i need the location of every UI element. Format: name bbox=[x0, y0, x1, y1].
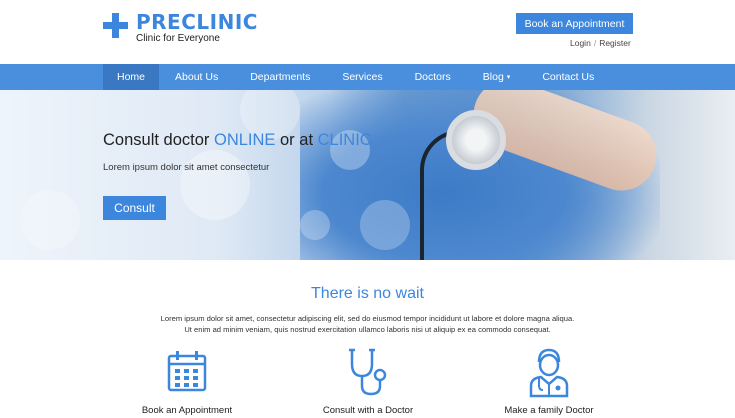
nav-item-contact-us[interactable]: Contact Us bbox=[526, 64, 610, 90]
book-appointment-button[interactable]: Book an Appointment bbox=[516, 13, 633, 34]
feature-label: Book an Appointment bbox=[141, 405, 233, 416]
hero-subtitle: Lorem ipsum dolor sit amet consectetur bbox=[103, 162, 270, 173]
bokeh-light bbox=[300, 210, 330, 240]
stethoscope-chestpiece-image bbox=[446, 110, 506, 170]
nav-item-doctors[interactable]: Doctors bbox=[399, 64, 467, 90]
feature-family-doctor[interactable]: Make a family Doctor bbox=[469, 346, 629, 416]
nav-item-blog-label: Blog bbox=[482, 71, 504, 83]
logo[interactable]: PRECLINIC Clinic for Everyone bbox=[103, 11, 258, 45]
brand-tagline: Clinic for Everyone bbox=[136, 33, 220, 44]
medical-cross-icon bbox=[103, 13, 128, 38]
consult-button[interactable]: Consult bbox=[103, 196, 166, 220]
hero-banner: Consult doctor ONLINE or at CLINIC Lorem… bbox=[0, 90, 735, 260]
login-link[interactable]: Login bbox=[570, 38, 591, 48]
nav-item-about-us[interactable]: About Us bbox=[159, 64, 234, 90]
calendar-icon bbox=[163, 346, 211, 398]
feature-consult-doctor[interactable]: Consult with a Doctor bbox=[288, 346, 448, 416]
bokeh-light bbox=[180, 150, 250, 220]
feature-label: Consult with a Doctor bbox=[322, 405, 414, 416]
nav-item-blog[interactable]: Blog ▾ bbox=[467, 64, 527, 90]
feature-book-appointment[interactable]: Book an Appointment bbox=[107, 346, 267, 416]
main-nav: Home About Us Departments Services Docto… bbox=[0, 64, 735, 90]
site-header: PRECLINIC Clinic for Everyone Book an Ap… bbox=[0, 0, 735, 64]
nav-item-services[interactable]: Services bbox=[326, 64, 398, 90]
auth-links: Login / Register bbox=[570, 38, 631, 48]
register-link[interactable]: Register bbox=[599, 38, 631, 48]
bokeh-light bbox=[360, 200, 410, 250]
section-title: There is no wait bbox=[311, 285, 424, 302]
stethoscope-icon bbox=[344, 346, 392, 398]
chevron-down-icon: ▾ bbox=[506, 74, 511, 81]
brand-name: PRECLINIC bbox=[136, 10, 258, 34]
section-description: Lorem ipsum dolor sit amet, consectetur … bbox=[160, 314, 575, 334]
hero-title: Consult doctor ONLINE or at CLINIC bbox=[103, 131, 372, 149]
auth-separator: / bbox=[593, 38, 597, 48]
nav-item-departments[interactable]: Departments bbox=[234, 64, 326, 90]
doctor-icon bbox=[525, 346, 573, 398]
nav-item-home[interactable]: Home bbox=[103, 64, 160, 90]
bokeh-light bbox=[20, 190, 80, 250]
feature-label: Make a family Doctor bbox=[504, 405, 594, 416]
